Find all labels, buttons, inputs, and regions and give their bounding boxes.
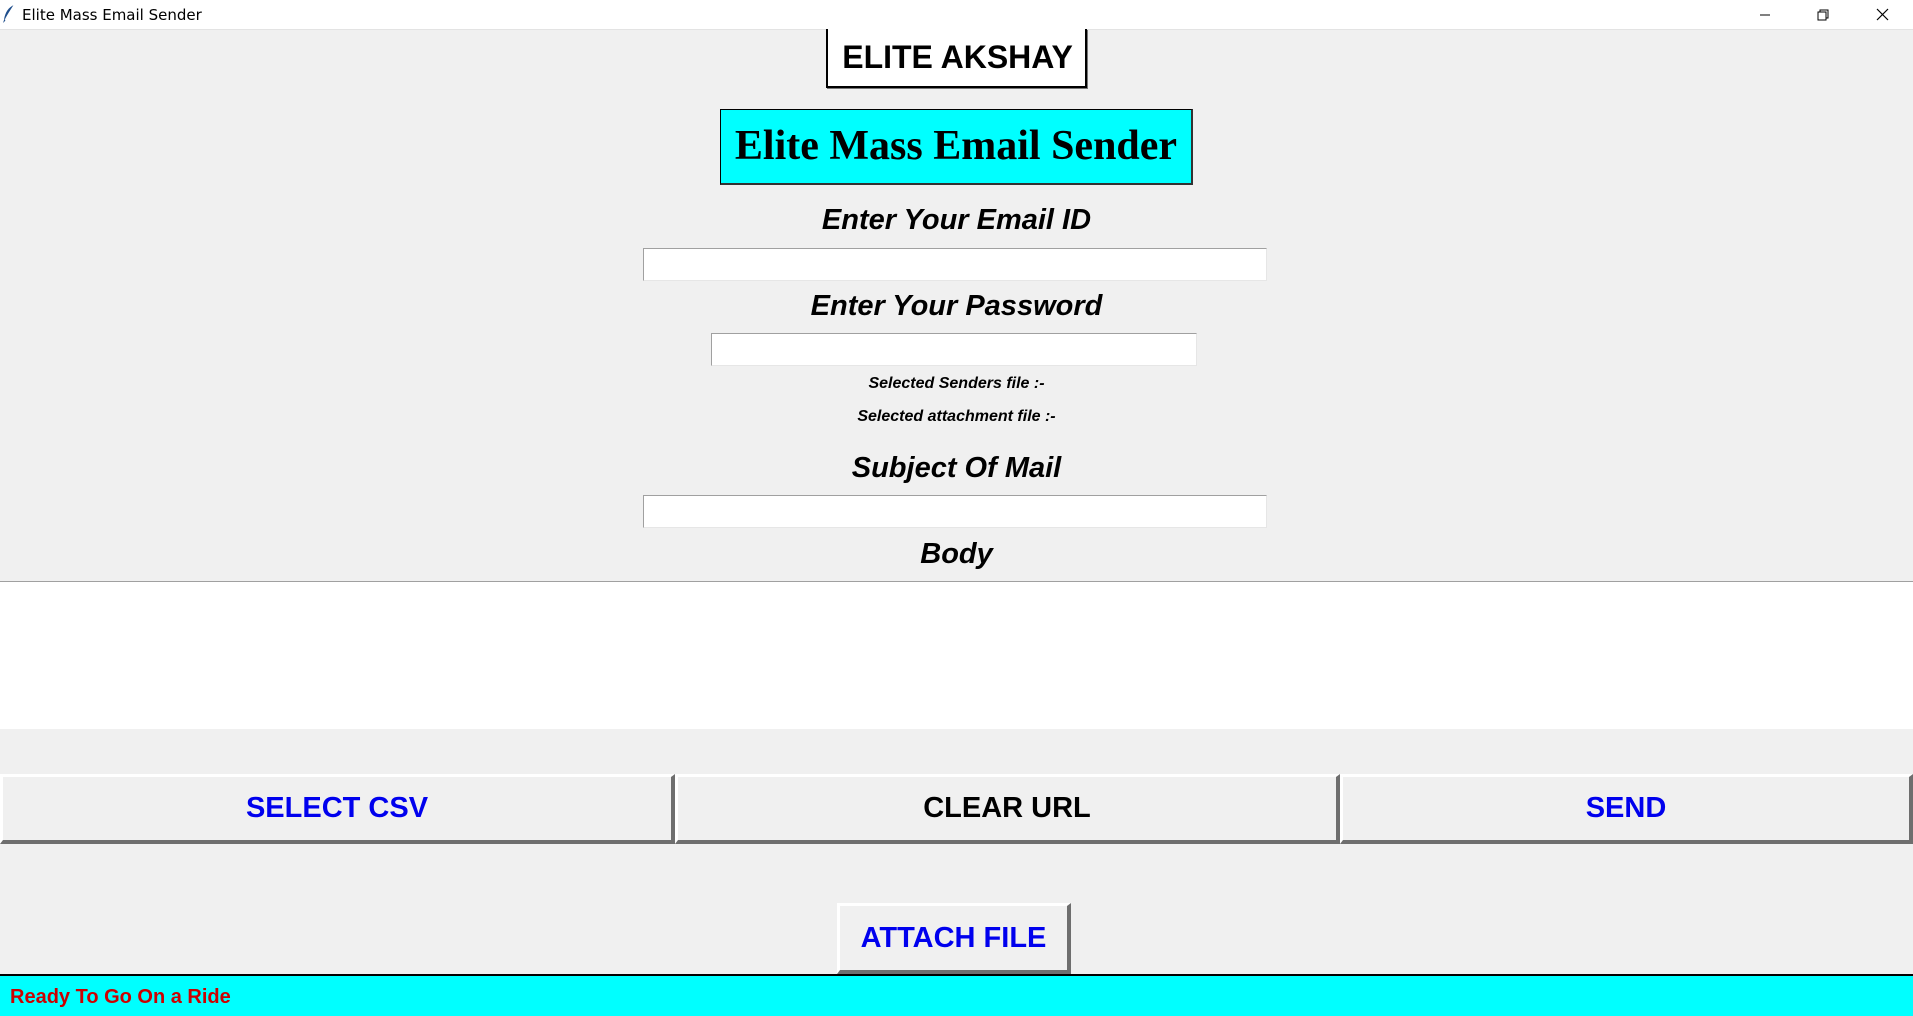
password-label: Enter Your Password [810, 290, 1103, 322]
attach-file-button[interactable]: ATTACH FILE [837, 903, 1071, 974]
feather-icon [2, 4, 16, 24]
subject-field[interactable] [643, 495, 1267, 528]
minimize-icon [1759, 9, 1771, 21]
body-label: Body [920, 538, 993, 570]
status-bar: Ready To Go On a Ride [0, 974, 1913, 1016]
send-button[interactable]: SEND [1340, 774, 1913, 844]
app-title: Elite Mass Email Sender [719, 109, 1194, 185]
brand-label: ELITE AKSHAY [826, 29, 1087, 88]
email-label: Enter Your Email ID [821, 204, 1092, 236]
restore-icon [1817, 9, 1829, 21]
close-icon [1876, 8, 1889, 21]
minimize-button[interactable] [1736, 0, 1794, 29]
window-title: Elite Mass Email Sender [22, 6, 202, 24]
close-button[interactable] [1853, 0, 1911, 29]
window-titlebar: Elite Mass Email Sender [0, 0, 1913, 30]
restore-button[interactable] [1794, 0, 1852, 29]
select-csv-button[interactable]: SELECT CSV [0, 774, 675, 844]
attachment-file-label: Selected attachment file :- [857, 408, 1056, 425]
clear-url-button[interactable]: CLEAR URL [675, 774, 1340, 844]
email-field[interactable] [643, 248, 1267, 281]
status-text: Ready To Go On a Ride [10, 986, 231, 1008]
subject-label: Subject Of Mail [851, 452, 1062, 484]
body-textarea[interactable] [0, 581, 1913, 729]
senders-file-label: Selected Senders file :- [868, 375, 1045, 392]
password-field[interactable] [711, 333, 1197, 366]
